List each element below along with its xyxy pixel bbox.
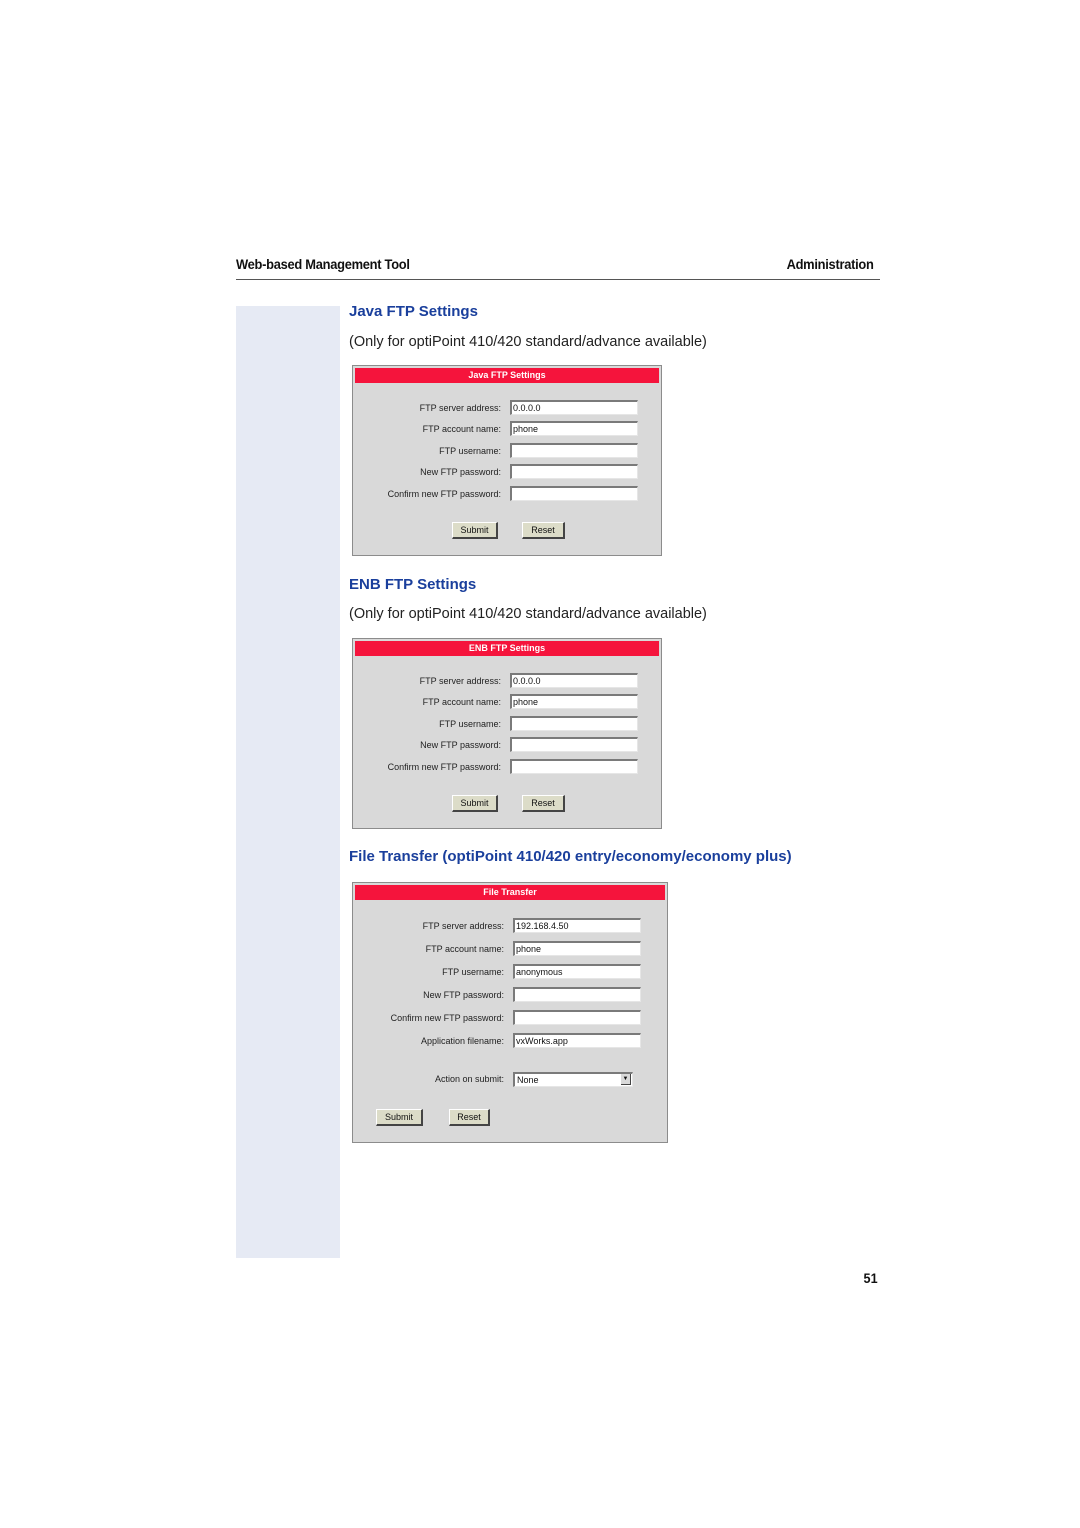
file-transfer-panel: File Transfer FTP server address: 192.16… <box>352 882 668 1143</box>
ftp-account-name-input[interactable]: phone <box>510 694 638 709</box>
field-label: FTP server address: <box>422 921 504 931</box>
field-label: FTP username: <box>442 967 504 977</box>
new-ftp-password-input[interactable] <box>510 464 638 479</box>
field-label: FTP username: <box>439 446 501 456</box>
section-title-java-ftp: Java FTP Settings <box>349 303 478 320</box>
field-label: New FTP password: <box>420 740 501 750</box>
panel-title: ENB FTP Settings <box>355 641 659 656</box>
ftp-username-input[interactable] <box>510 443 638 458</box>
submit-button[interactable]: Submit <box>452 522 498 539</box>
field-label: New FTP password: <box>420 467 501 477</box>
java-ftp-panel: Java FTP Settings FTP server address: 0.… <box>352 365 662 556</box>
new-ftp-password-input[interactable] <box>510 737 638 752</box>
panel-title: File Transfer <box>355 885 665 900</box>
submit-button[interactable]: Submit <box>376 1109 423 1126</box>
select-value: None <box>517 1075 539 1085</box>
ftp-username-input[interactable]: anonymous <box>513 964 641 979</box>
enb-ftp-panel: ENB FTP Settings FTP server address: 0.0… <box>352 638 662 829</box>
submit-button[interactable]: Submit <box>452 795 498 812</box>
field-label: FTP username: <box>439 719 501 729</box>
ftp-username-input[interactable] <box>510 716 638 731</box>
running-header-section: Administration <box>786 256 874 272</box>
field-label: FTP account name: <box>422 424 501 434</box>
field-label: FTP account name: <box>425 944 504 954</box>
field-label: Confirm new FTP password: <box>390 1013 504 1023</box>
confirm-ftp-password-input[interactable] <box>513 1010 641 1025</box>
field-label: Confirm new FTP password: <box>387 489 501 499</box>
field-label: Application filename: <box>420 1036 504 1046</box>
action-on-submit-select[interactable]: None ▼ <box>513 1072 633 1087</box>
new-ftp-password-input[interactable] <box>513 987 641 1002</box>
field-label: New FTP password: <box>423 990 504 1000</box>
reset-button[interactable]: Reset <box>449 1109 490 1126</box>
field-label: FTP account name: <box>422 697 501 707</box>
reset-button[interactable]: Reset <box>522 522 565 539</box>
field-label: FTP server address: <box>419 403 501 413</box>
section-title-enb-ftp: ENB FTP Settings <box>349 576 477 593</box>
ftp-server-address-input[interactable]: 0.0.0.0 <box>510 673 638 688</box>
field-label: Confirm new FTP password: <box>387 762 501 772</box>
header-divider <box>236 279 880 280</box>
confirm-ftp-password-input[interactable] <box>510 486 638 501</box>
dropdown-arrow-icon[interactable]: ▼ <box>621 1074 631 1085</box>
section-note-enb-ftp: (Only for optiPoint 410/420 standard/adv… <box>349 606 707 622</box>
running-header-title: Web-based Management Tool <box>236 256 410 272</box>
ftp-account-name-input[interactable]: phone <box>510 421 638 436</box>
application-filename-input[interactable]: vxWorks.app <box>513 1033 641 1048</box>
ftp-account-name-input[interactable]: phone <box>513 941 641 956</box>
ftp-server-address-input[interactable]: 0.0.0.0 <box>510 400 638 415</box>
margin-sidebar <box>236 306 340 1258</box>
panel-title: Java FTP Settings <box>355 368 659 383</box>
page-number: 51 <box>863 1270 878 1286</box>
section-note-java-ftp: (Only for optiPoint 410/420 standard/adv… <box>349 334 707 350</box>
reset-button[interactable]: Reset <box>522 795 565 812</box>
section-title-file-transfer: File Transfer (optiPoint 410/420 entry/e… <box>349 848 792 865</box>
action-on-submit-label: Action on submit: <box>434 1074 504 1084</box>
field-label: FTP server address: <box>419 676 501 686</box>
ftp-server-address-input[interactable]: 192.168.4.50 <box>513 918 641 933</box>
confirm-ftp-password-input[interactable] <box>510 759 638 774</box>
